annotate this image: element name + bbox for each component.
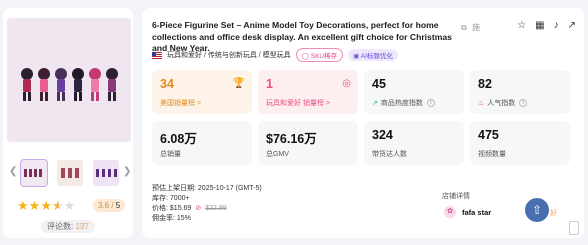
category-path[interactable]: 玩具和爱好 / 传统与创新玩具 / 模型玩具 (167, 50, 291, 60)
stat-label: 人气指数 (487, 100, 516, 107)
store-name[interactable]: fafa star (462, 208, 491, 217)
commission-value: 15% (176, 215, 191, 222)
price-label: 价格: (152, 205, 168, 212)
stat-total-gmv: $76.16万 总GMV (258, 121, 358, 165)
thumbnail-3[interactable] (93, 160, 119, 186)
product-detail-page: ❮ ❯ ★★★★★ 3.6 / 5 评论数: 137 6-Piece Figur… (0, 0, 588, 245)
stat-label-row: ↗ 商品热度指数 i (372, 98, 435, 108)
store-logo-icon: ✿ (444, 206, 456, 218)
chevron-left-icon[interactable]: ❮ (9, 166, 17, 177)
tiktok-icon[interactable]: ♪ (554, 20, 559, 31)
stat-value: $76.16万 (266, 132, 317, 146)
review-label: 评论数: (47, 222, 74, 231)
trophy-icon: 🏆 (232, 78, 245, 89)
rating-value-badge: 3.6 / 5 (93, 199, 126, 212)
star-icon: ★ (17, 198, 29, 213)
sku-tag-label: SKU稀存 (310, 53, 338, 60)
scroll-top-button[interactable]: ⇧ (525, 198, 549, 222)
thumbnail-image (57, 160, 83, 186)
side-panel-handle[interactable] (569, 221, 579, 235)
ai-title-tag[interactable]: ▣ AI标题优化 (348, 49, 398, 61)
product-main-image[interactable] (7, 18, 131, 142)
stat-label: 美国销量榜 > (160, 100, 202, 107)
stat-label: 总GMV (266, 151, 289, 158)
external-link-icon[interactable]: ↗ (568, 20, 576, 31)
star-rating: ★★★★★ (17, 198, 75, 214)
stock-label: 库存: (152, 195, 168, 202)
star-icon: ★ (40, 198, 52, 213)
stat-value: 45 (372, 77, 386, 91)
stat-label: 视频数量 (478, 151, 506, 158)
us-flag-icon (152, 51, 162, 59)
qrcode-icon[interactable]: ▦ (535, 20, 544, 31)
star-icon: ★ (28, 198, 41, 213)
stat-heat-index: 45 ↗ 商品热度指数 i (364, 70, 464, 114)
stock-row: 库存: 7000+ (152, 194, 262, 204)
title-tools: ⧉ 施 (461, 22, 480, 33)
stat-label: 总销量 (160, 151, 181, 158)
stat-value: 6.08万 (160, 132, 197, 146)
thumbnail-2[interactable] (57, 160, 83, 186)
store-badge: 好 (550, 210, 557, 217)
sku-tag: ◯ SKU稀存 (295, 48, 344, 62)
product-meta-row: 玩具和爱好 / 传统与创新玩具 / 模型玩具 ◯ SKU稀存 ▣ AI标题优化 (152, 48, 398, 62)
flame-icon: ♨ (478, 100, 485, 107)
stat-value: 82 (478, 77, 492, 91)
stat-label: 带货达人数 (372, 151, 407, 158)
launch-date-value: 2025-10-17 (GMT-5) (197, 185, 262, 192)
stat-total-sales: 6.08万 总销量 (152, 121, 252, 165)
thumbnail-1[interactable] (20, 159, 48, 187)
half-star-icon: ★ (51, 198, 64, 213)
stock-value: 7000+ (169, 195, 190, 202)
rating-max: 5 (115, 201, 121, 210)
stat-value: 34 (160, 77, 174, 91)
launch-date-label: 预估上架日期: (152, 185, 196, 192)
stat-value: 1 (266, 77, 273, 91)
target-icon: ◎ (342, 78, 351, 89)
commission-label: 佣金率: (152, 215, 175, 222)
review-count: 137 (75, 222, 89, 231)
price-value: $15.69 (169, 205, 192, 212)
info-icon[interactable]: i (519, 99, 528, 108)
thumbnail-image (93, 160, 119, 186)
favorite-star-icon[interactable]: ☆ (517, 20, 526, 31)
stat-influencers: 324 带货达人数 (364, 121, 464, 165)
copy-icon[interactable]: ⧉ (461, 23, 467, 32)
stat-value: 475 (478, 128, 499, 142)
stat-label: 玩具和爱好 销量榜 > (266, 100, 330, 107)
stat-value: 324 (372, 128, 393, 142)
translate-icon[interactable]: 施 (472, 23, 480, 32)
discount-icon: ⊘ (195, 205, 202, 212)
thumbnail-image (21, 160, 47, 186)
arrow-up-icon: ⇧ (531, 203, 543, 217)
store-section-label: 店铺详情 (442, 193, 470, 200)
product-info-card: 6-Piece Figurine Set – Anime Model Toy D… (142, 8, 584, 238)
original-price: $22.99 (205, 205, 227, 212)
stat-popularity-index: 82 ♨ 人气指数 i (470, 70, 570, 114)
ai-tag-label: AI标题优化 (360, 53, 393, 60)
stat-us-sales-rank[interactable]: 34 美国销量榜 > 🏆 (152, 70, 252, 114)
stat-category-rank[interactable]: 1 玩具和爱好 销量榜 > ◎ (258, 70, 358, 114)
product-details: 预估上架日期: 2025-10-17 (GMT-5) 库存: 7000+ 价格:… (152, 184, 262, 224)
stat-label: 商品热度指数 (380, 100, 423, 107)
product-gallery-card: ❮ ❯ ★★★★★ 3.6 / 5 评论数: 137 (3, 8, 133, 238)
rating-value: 3.6 (98, 201, 110, 210)
price-row: 价格: $15.69 ⊘ $22.99 (152, 204, 262, 214)
figurine-set-image (7, 18, 131, 142)
info-icon[interactable]: i (426, 99, 435, 108)
commission-row: 佣金率: 15% (152, 214, 262, 224)
thumbnail-strip: ❮ ❯ (7, 159, 131, 187)
launch-date-row: 预估上架日期: 2025-10-17 (GMT-5) (152, 184, 262, 194)
action-toolbar: ☆ ▦ ♪ ↗ (517, 20, 576, 31)
star-empty-icon: ★ (63, 198, 76, 213)
review-count-badge: 评论数: 137 (41, 220, 95, 233)
stat-videos: 475 视频数量 (470, 121, 570, 165)
trend-icon: ↗ (372, 100, 378, 107)
chevron-right-icon[interactable]: ❯ (123, 166, 131, 177)
stat-label-row: ♨ 人气指数 i (478, 98, 528, 108)
